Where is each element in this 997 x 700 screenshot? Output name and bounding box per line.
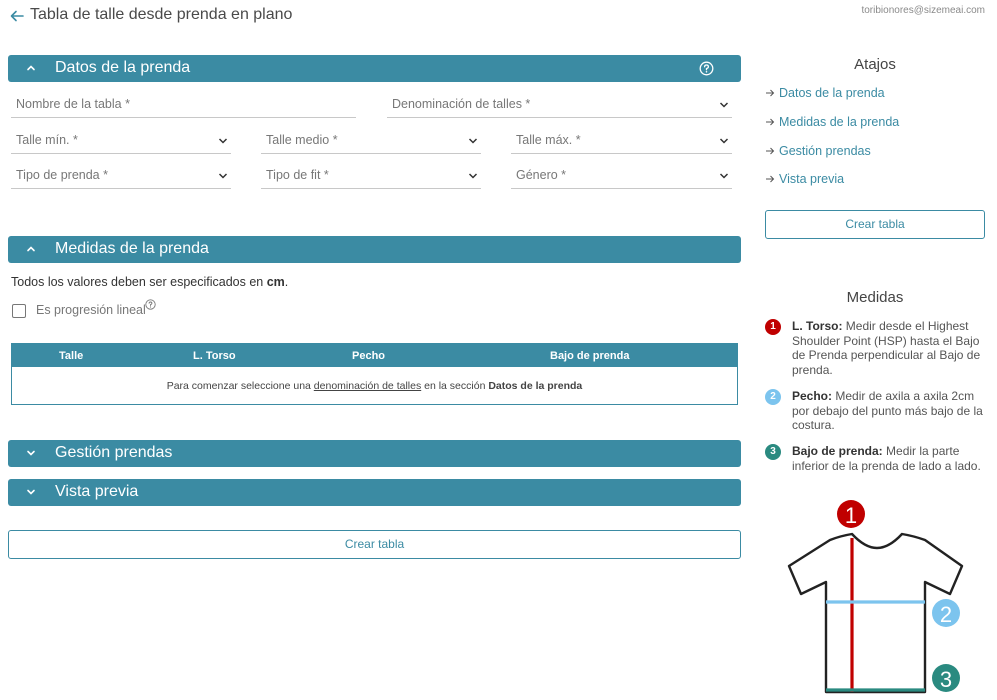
measure-number-badge: 1 — [765, 319, 781, 335]
denominacion-placeholder: Denominación de talles * — [392, 97, 531, 111]
empty-message-text: en la sección — [421, 380, 489, 392]
table-header: Talle L. Torso Pecho Bajo de prenda — [12, 344, 737, 367]
section-label: Datos de la prenda — [55, 59, 191, 76]
talle-max-placeholder: Talle máx. * — [516, 133, 581, 147]
chevron-down-icon — [218, 173, 228, 179]
arrow-right-icon — [766, 147, 775, 155]
arrow-left-icon[interactable] — [9, 8, 25, 24]
arrow-right-icon — [766, 118, 775, 126]
measure-number-badge: 3 — [765, 444, 781, 460]
measure-name: Pecho: — [792, 389, 833, 403]
section-header-medidas[interactable]: Medidas de la prenda — [8, 236, 741, 263]
nombre-tabla-input[interactable]: Nombre de la tabla * — [11, 92, 356, 118]
top-bar: Tabla de talle desde prenda en plano tor… — [0, 0, 997, 34]
measure-bajo: 3 Bajo de prenda: Medir la parte inferio… — [765, 444, 985, 489]
talle-medio-placeholder: Talle medio * — [266, 133, 338, 147]
tipo-prenda-select[interactable]: Tipo de prenda * — [11, 163, 231, 189]
measure-description: Pecho: Medir de axila a axila 2cm por de… — [792, 389, 987, 433]
measure-name: Bajo de prenda: — [792, 444, 883, 458]
arrow-right-icon — [766, 175, 775, 183]
user-email: toribionores@sizemeai.com — [861, 5, 985, 16]
column-header-talle: Talle — [59, 350, 84, 362]
shortcut-datos[interactable]: Datos de la prenda — [765, 86, 885, 100]
talle-min-placeholder: Talle mín. * — [16, 133, 78, 147]
denominacion-link[interactable]: denominación de talles — [314, 380, 421, 392]
page-title: Tabla de talle desde prenda en plano — [30, 6, 293, 23]
measure-number-badge: 2 — [765, 389, 781, 405]
denominacion-select[interactable]: Denominación de talles * — [387, 92, 732, 118]
progresion-lineal-label: Es progresión lineal — [36, 303, 146, 317]
arrow-right-icon — [766, 89, 775, 97]
marker-1-label: 1 — [845, 503, 857, 528]
measure-name: L. Torso: — [792, 319, 843, 333]
section-label: Gestión prendas — [55, 444, 173, 461]
tipo-prenda-placeholder: Tipo de prenda * — [16, 168, 108, 182]
shortcut-label: Datos de la prenda — [779, 86, 885, 100]
measure-description: L. Torso: Medir desde el Highest Shoulde… — [792, 319, 987, 377]
table-empty-message: Para comenzar seleccione una denominació… — [12, 380, 737, 392]
section-header-vista[interactable]: Vista previa — [8, 479, 741, 506]
chevron-down-icon — [27, 450, 35, 456]
shortcut-label: Vista previa — [779, 172, 845, 186]
measure-pecho: 2 Pecho: Medir de axila a axila 2cm por … — [765, 389, 985, 434]
section-label: Vista previa — [55, 483, 139, 500]
chevron-down-icon — [719, 173, 729, 179]
column-header-torso: L. Torso — [193, 350, 236, 362]
marker-2-label: 2 — [940, 602, 952, 627]
medidas-title: Medidas — [846, 289, 904, 306]
genero-placeholder: Género * — [516, 168, 567, 182]
measures-table: Talle L. Torso Pecho Bajo de prenda Para… — [11, 343, 738, 405]
units-note-unit: cm — [266, 275, 285, 289]
units-note: Todos los valores deben ser especificado… — [11, 275, 288, 289]
column-header-pecho: Pecho — [352, 350, 386, 362]
shortcut-medidas[interactable]: Medidas de la prenda — [765, 115, 899, 129]
chevron-up-icon — [27, 65, 35, 71]
shortcut-label: Medidas de la prenda — [779, 115, 900, 129]
shortcuts-title: Atajos — [854, 56, 896, 73]
help-icon[interactable] — [699, 61, 714, 76]
chevron-down-icon — [468, 138, 478, 144]
empty-message-section: Datos de la prenda — [488, 380, 583, 392]
nombre-tabla-placeholder: Nombre de la tabla * — [16, 97, 130, 111]
section-header-gestion[interactable]: Gestión prendas — [8, 440, 741, 467]
tipo-fit-select[interactable]: Tipo de fit * — [261, 163, 481, 189]
shortcut-vista[interactable]: Vista previa — [765, 172, 844, 186]
empty-message-text: Para comenzar seleccione una — [166, 380, 314, 392]
shortcut-label: Gestión prendas — [779, 144, 871, 158]
chevron-up-icon — [27, 246, 35, 252]
sidebar-crear-tabla-button[interactable]: Crear tabla — [765, 210, 985, 239]
shortcut-gestion[interactable]: Gestión prendas — [765, 144, 871, 158]
section-label: Medidas de la prenda — [55, 240, 209, 257]
units-note-text: Todos los valores deben ser especificado… — [11, 275, 267, 289]
column-header-bajo: Bajo de prenda — [550, 350, 630, 362]
tipo-fit-placeholder: Tipo de fit * — [266, 168, 329, 182]
talle-medio-select[interactable]: Talle medio * — [261, 128, 481, 154]
chevron-down-icon — [719, 102, 729, 108]
talle-min-select[interactable]: Talle mín. * — [11, 128, 231, 154]
chevron-down-icon — [719, 138, 729, 144]
help-icon[interactable] — [145, 299, 156, 310]
chevron-down-icon — [27, 489, 35, 495]
progresion-lineal-checkbox[interactable] — [12, 304, 26, 318]
talle-max-select[interactable]: Talle máx. * — [511, 128, 732, 154]
section-header-datos[interactable]: Datos de la prenda — [8, 55, 741, 82]
marker-3-label: 3 — [940, 667, 952, 692]
measure-description: Bajo de prenda: Medir la parte inferior … — [792, 444, 987, 473]
genero-select[interactable]: Género * — [511, 163, 732, 189]
units-note-suffix: . — [284, 275, 289, 289]
tshirt-measures-diagram: 1 2 3 — [787, 500, 964, 694]
chevron-down-icon — [218, 138, 228, 144]
measure-torso: 1 L. Torso: Medir desde el Highest Shoul… — [765, 319, 987, 377]
crear-tabla-button[interactable]: Crear tabla — [8, 530, 741, 559]
chevron-down-icon — [468, 173, 478, 179]
